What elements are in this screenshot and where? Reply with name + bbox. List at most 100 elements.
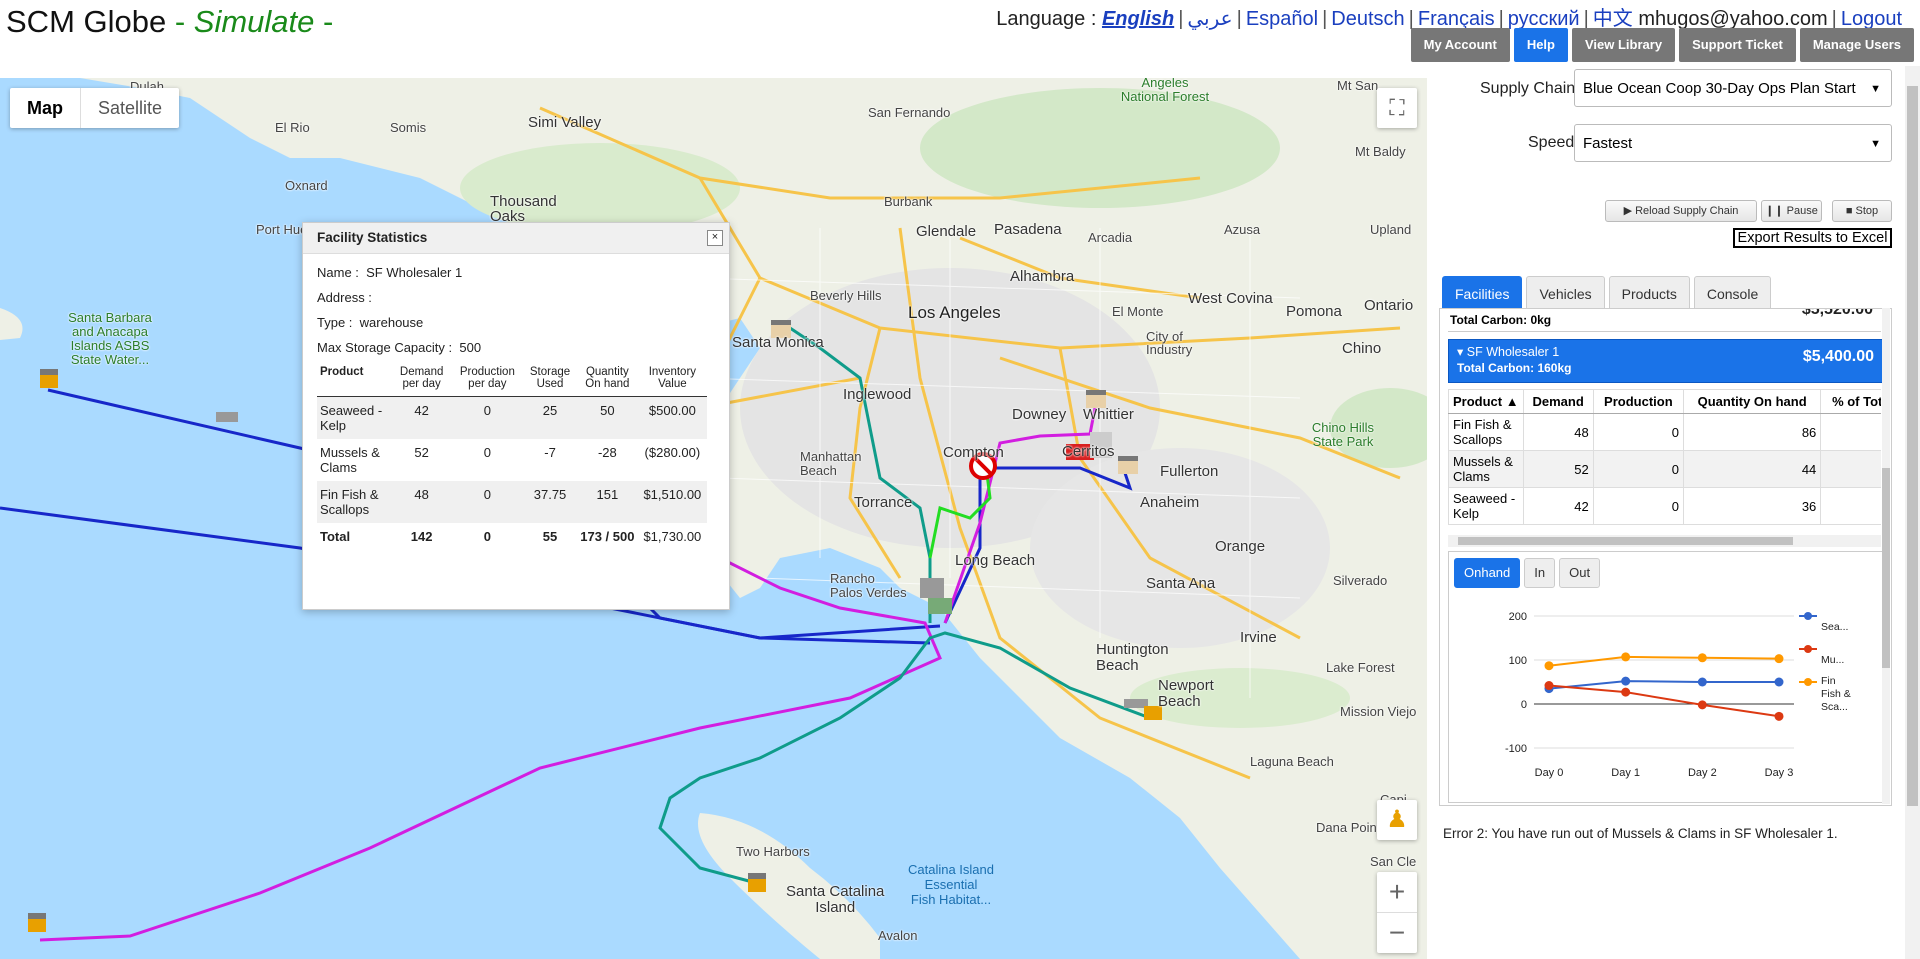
scrollbar-thumb[interactable] xyxy=(1458,537,1793,545)
chart-tab-out[interactable]: Out xyxy=(1559,558,1601,588)
map-label: San Fernando xyxy=(868,105,951,120)
my-account-button[interactable]: My Account xyxy=(1410,28,1510,62)
chart-tabs: Onhand In Out xyxy=(1454,558,1601,588)
supply-chain-select[interactable]: Blue Ocean Coop 30-Day Ops Plan Start ▼ xyxy=(1574,69,1892,107)
col-header-demand[interactable]: Demand xyxy=(1522,389,1594,414)
chart-tab-onhand[interactable]: Onhand xyxy=(1454,558,1521,588)
map-label: Mt San xyxy=(1337,78,1379,93)
legend-swatch-point xyxy=(1804,612,1812,620)
popup-type-row: Type : warehouse xyxy=(303,310,729,335)
map-label: Laguna Beach xyxy=(1250,754,1334,769)
language-label: Language : xyxy=(996,8,1097,30)
x-tick-label: Day 2 xyxy=(1688,767,1717,779)
export-excel-button[interactable]: Export Results to Excel xyxy=(1733,228,1892,248)
tab-products[interactable]: Products xyxy=(1608,276,1690,311)
table-cell: $1,510.00 xyxy=(637,481,707,523)
map-label: Torrance xyxy=(854,494,913,511)
panel-tabs: Facilities Vehicles Products Console xyxy=(1442,276,1772,311)
zoom-in-button[interactable]: + xyxy=(1377,872,1417,913)
lang-russian[interactable]: русский xyxy=(1508,8,1580,30)
table-cell: 0 xyxy=(483,529,491,544)
help-button[interactable]: Help xyxy=(1513,28,1568,62)
lang-chinese[interactable]: 中文 xyxy=(1593,8,1633,30)
support-ticket-button[interactable]: Support Ticket xyxy=(1679,28,1796,62)
facility-row-selected[interactable]: ▾ SF Wholesaler 1 Total Carbon: 160kg $5… xyxy=(1448,339,1883,383)
table-cell: 25 xyxy=(523,396,577,439)
map-type-satellite-button[interactable]: Satellite xyxy=(81,88,179,128)
map-label: Catalina Island Essential Fish Habitat..… xyxy=(908,862,994,907)
table-cell: 0 xyxy=(451,481,524,523)
tab-console[interactable]: Console xyxy=(1693,276,1772,311)
street-view-pegman-icon[interactable]: ♟ xyxy=(1377,800,1417,840)
map-label: Mt Baldy xyxy=(1355,144,1406,159)
view-library-button[interactable]: View Library xyxy=(1571,28,1676,62)
lang-spanish[interactable]: Español xyxy=(1246,8,1318,30)
facility-row-previous[interactable]: Total Carbon: 0kg $5,520.00 xyxy=(1448,309,1881,332)
table-row: Seaweed - Kelp 42 0 36 xyxy=(1448,487,1881,525)
map-type-control: Map Satellite xyxy=(10,88,180,128)
lang-english[interactable]: English xyxy=(1102,8,1174,30)
table-row: Fin Fish & Scallops 48 0 37.75 151 $1,510.00 xyxy=(317,481,707,523)
fullscreen-icon[interactable]: ⛶ xyxy=(1377,88,1417,128)
series-line xyxy=(1548,684,1780,718)
map-label: Angeles National Forest xyxy=(1120,78,1210,104)
lang-french[interactable]: Français xyxy=(1418,8,1495,30)
map-type-map-button[interactable]: Map xyxy=(10,88,81,128)
table-cell: 142 xyxy=(410,529,433,544)
zoom-out-button[interactable]: − xyxy=(1377,913,1417,953)
language-bar: Language : English | عربي | Español | Deutsch |… xyxy=(996,8,1902,30)
lang-arabic[interactable]: عربي xyxy=(1187,8,1232,30)
tab-vehicles[interactable]: Vehicles xyxy=(1526,276,1605,311)
col-header: Production per day xyxy=(451,364,524,397)
table-cell: 55 xyxy=(542,529,558,544)
lang-german[interactable]: Deutsch xyxy=(1331,8,1404,30)
scrollbar-thumb[interactable] xyxy=(1907,86,1918,806)
series-line xyxy=(1548,680,1779,690)
top-button-bar: My Account Help View Library Support Tic… xyxy=(1410,28,1914,62)
x-tick-label: Day 3 xyxy=(1765,767,1794,779)
col-header-production[interactable]: Production xyxy=(1592,389,1684,414)
map-label: El Rio xyxy=(275,120,310,135)
map-label: Beverly Hills xyxy=(810,288,882,303)
scrollbar-thumb[interactable] xyxy=(1882,468,1890,668)
table-row: Seaweed - Kelp 42 0 25 50 $500.00 xyxy=(317,396,707,439)
map-label: Santa Barbara and Anacapa Islands ASBS S… xyxy=(68,310,152,367)
facility-value: $5,520.00 xyxy=(1801,308,1873,318)
y-tick-label: 200 xyxy=(1509,611,1527,623)
facility-name: ▾ SF Wholesaler 1 xyxy=(1457,345,1560,359)
table-horizontal-scrollbar[interactable] xyxy=(1448,535,1881,547)
chart-panel: Onhand In Out -100 0 100 200 Day 0 Day 1 Day 2… xyxy=(1448,551,1883,803)
col-header-percent[interactable]: % of Total C xyxy=(1820,389,1881,414)
chart-tab-in[interactable]: In xyxy=(1524,558,1556,588)
map-label: Oxnard xyxy=(285,178,328,193)
manage-users-button[interactable]: Manage Users xyxy=(1799,28,1914,62)
stop-button[interactable]: ■ Stop xyxy=(1832,200,1892,222)
panel-vertical-scrollbar[interactable] xyxy=(1882,308,1890,804)
col-header-quantity[interactable]: Quantity On hand xyxy=(1682,389,1822,414)
popup-close-icon[interactable]: × xyxy=(707,230,723,246)
popup-name-value: SF Wholesaler 1 xyxy=(366,265,463,280)
tab-facilities[interactable]: Facilities xyxy=(1442,276,1523,311)
col-header-product[interactable]: Product ▲ xyxy=(1448,389,1524,414)
popup-inventory-table: Product Demand per day Production per da… xyxy=(317,364,707,553)
col-header: Quantity On hand xyxy=(576,364,638,397)
speed-select[interactable]: Fastest ▼ xyxy=(1574,124,1892,162)
supply-chain-value: Blue Ocean Coop 30-Day Ops Plan Start xyxy=(1583,80,1856,97)
y-tick-label: -100 xyxy=(1505,743,1527,755)
map-label: Los Angeles xyxy=(908,303,1001,322)
series-line xyxy=(1548,655,1780,667)
page-scrollbar[interactable] xyxy=(1905,66,1920,959)
facility-value: $5,400.00 xyxy=(1802,348,1874,365)
map-label: Inglewood xyxy=(843,386,912,403)
map-label: Avalon xyxy=(878,928,918,943)
map-label: Fullerton xyxy=(1160,463,1219,480)
x-tick-label: Day 1 xyxy=(1611,767,1640,779)
pause-button[interactable]: ❙❙ Pause xyxy=(1761,200,1822,222)
series-point xyxy=(1697,653,1707,663)
map-label: Burbank xyxy=(884,194,933,209)
map-label: Lake Forest xyxy=(1326,660,1395,675)
table-cell: 52 xyxy=(1522,450,1594,488)
logout-link[interactable]: Logout xyxy=(1841,8,1902,30)
reload-supply-chain-button[interactable]: ▶ Reload Supply Chain xyxy=(1605,200,1757,222)
app-title: SCM Globe - Simulate - xyxy=(6,4,333,40)
